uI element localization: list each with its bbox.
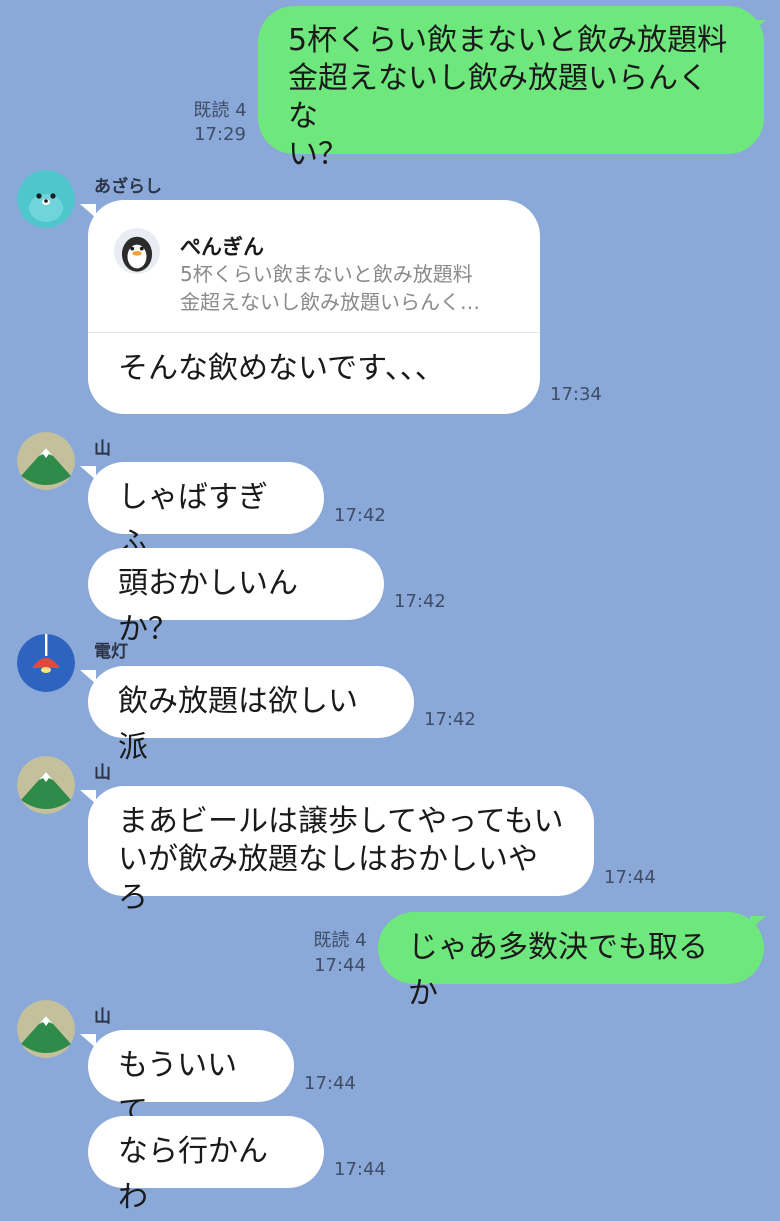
- reply-message-bubble[interactable]: ぺんぎん 5杯くらい飲まないと飲み放題料 金超えないし飲み放題いらんく… そんな…: [88, 200, 540, 414]
- bubble-tail: [80, 670, 96, 684]
- incoming-message-bubble[interactable]: もういいて: [88, 1030, 294, 1129]
- mountain-avatar[interactable]: [17, 1000, 75, 1058]
- message-line: い？: [288, 137, 348, 172]
- sender-name: 山: [94, 439, 111, 459]
- outgoing-message-bubble[interactable]: じゃあ多数決でも取るか: [378, 912, 764, 1011]
- outgoing-message-bubble[interactable]: 5杯くらい飲まないと飲み放題料 金超えないし飲み放題いらんくな い？: [258, 6, 764, 172]
- incoming-message-bubble[interactable]: まあビールは譲歩してやってもい いが飲み放題なしはおかしいやろ: [88, 786, 594, 915]
- mountain-avatar[interactable]: [17, 756, 75, 814]
- sender-name: 山: [94, 1007, 111, 1027]
- bubble-tail: [80, 466, 96, 480]
- mountain-icon: [17, 1000, 75, 1058]
- reply-preview-line: 金超えないし飲み放題いらんく…: [180, 290, 480, 314]
- message-time: 17:44: [314, 955, 366, 976]
- message-time: 17:44: [604, 867, 656, 888]
- reply-divider: [88, 332, 540, 333]
- seal-icon: [17, 170, 75, 228]
- sender-name: 山: [94, 763, 111, 783]
- bubble-tail: [80, 790, 96, 804]
- bubble-tail: [750, 916, 766, 930]
- message-text: そんな飲めないです、、、: [118, 351, 445, 386]
- message-time: 17:42: [424, 709, 476, 730]
- message-line: 金超えないし飲み放題いらんくな: [288, 61, 708, 134]
- seal-avatar[interactable]: [17, 170, 75, 228]
- reply-quote[interactable]: ぺんぎん 5杯くらい飲まないと飲み放題料 金超えないし飲み放題いらんく…: [112, 222, 522, 322]
- read-receipt: 既読 4: [193, 100, 247, 121]
- message-line: いが飲み放題なしはおかしいやろ: [118, 842, 538, 915]
- bubble-tail: [80, 1034, 96, 1048]
- message-time: 17:29: [194, 124, 246, 145]
- incoming-message-bubble[interactable]: しゃばすぎふ: [88, 462, 324, 561]
- message-time: 17:42: [334, 505, 386, 526]
- read-receipt: 既読 4: [313, 930, 367, 951]
- mountain-icon: [17, 756, 75, 814]
- sender-name: あざらし: [94, 177, 162, 197]
- bubble-tail: [80, 204, 96, 218]
- mountain-icon: [17, 432, 75, 490]
- incoming-message-bubble[interactable]: 頭おかしいんか？: [88, 548, 384, 647]
- message-time: 17:44: [334, 1159, 386, 1180]
- incoming-message-bubble[interactable]: なら行かんわ: [88, 1116, 324, 1215]
- bubble-tail: [750, 20, 766, 34]
- message-line: 5杯くらい飲まないと飲み放題料: [288, 23, 728, 58]
- lamp-avatar[interactable]: [17, 634, 75, 692]
- penguin-icon: [114, 228, 160, 274]
- message-time: 17:42: [394, 591, 446, 612]
- incoming-message-bubble[interactable]: 飲み放題は欲しい派: [88, 666, 414, 765]
- lamp-icon: [17, 634, 75, 692]
- message-line: まあビールは譲歩してやってもい: [118, 804, 564, 839]
- mountain-avatar[interactable]: [17, 432, 75, 490]
- message-time: 17:34: [550, 384, 602, 405]
- reply-preview-line: 5杯くらい飲まないと飲み放題料: [180, 262, 473, 286]
- sender-name: 電灯: [94, 642, 128, 662]
- message-time: 17:44: [304, 1073, 356, 1094]
- penguin-avatar: [114, 228, 160, 274]
